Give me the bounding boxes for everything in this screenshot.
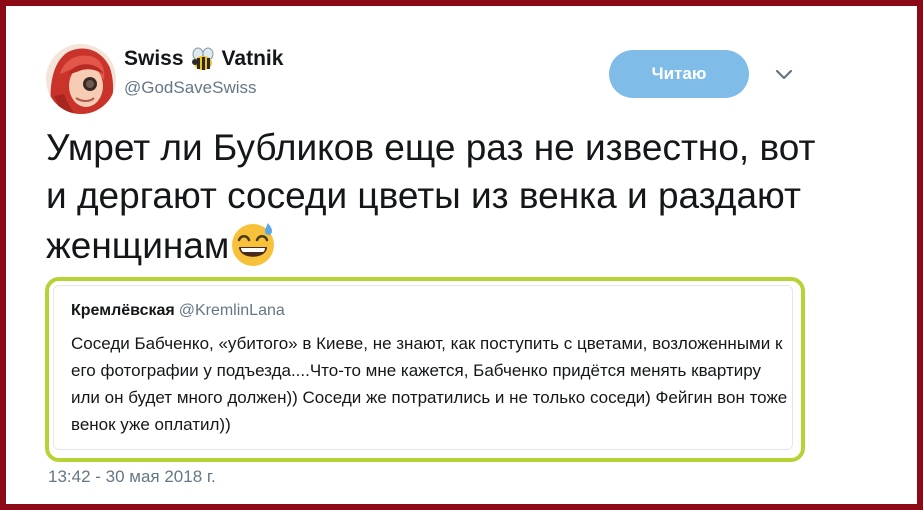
author-name[interactable]: Swiss Vatnik [124,46,283,72]
quoted-text: Соседи Бабченко, «убитого» в Киеве, не з… [71,334,788,434]
quoted-author-name: Кремлёвская [71,302,175,319]
bee-icon [191,47,214,70]
tweet-text-body: Умрет ли Бубликов еще раз не известно, в… [46,127,816,266]
author-handle[interactable]: @GodSaveSwiss [124,78,257,98]
grinning-sweat-emoji-icon [232,223,275,266]
chevron-down-icon[interactable] [772,62,796,86]
avatar-image [46,44,116,114]
tweet-text: Умрет ли Бубликов еще раз не известно, в… [46,124,846,270]
tweet-timestamp[interactable]: 13:42 - 30 мая 2018 г. [48,467,216,487]
avatar[interactable] [46,44,116,114]
author-name-last: Vatnik [221,47,284,70]
follow-button[interactable]: Читаю [609,50,749,98]
quoted-author: Кремлёвская @KremlinLana [71,302,285,320]
quoted-tweet[interactable]: Кремлёвская @KremlinLana Соседи Бабченко,… [53,285,793,450]
quoted-author-handle: @KremlinLana [178,302,285,319]
author-name-first: Swiss [124,47,184,70]
tweet-card: Swiss Vatnik @GodSaveSwiss Читаю Умрет л… [6,6,917,504]
